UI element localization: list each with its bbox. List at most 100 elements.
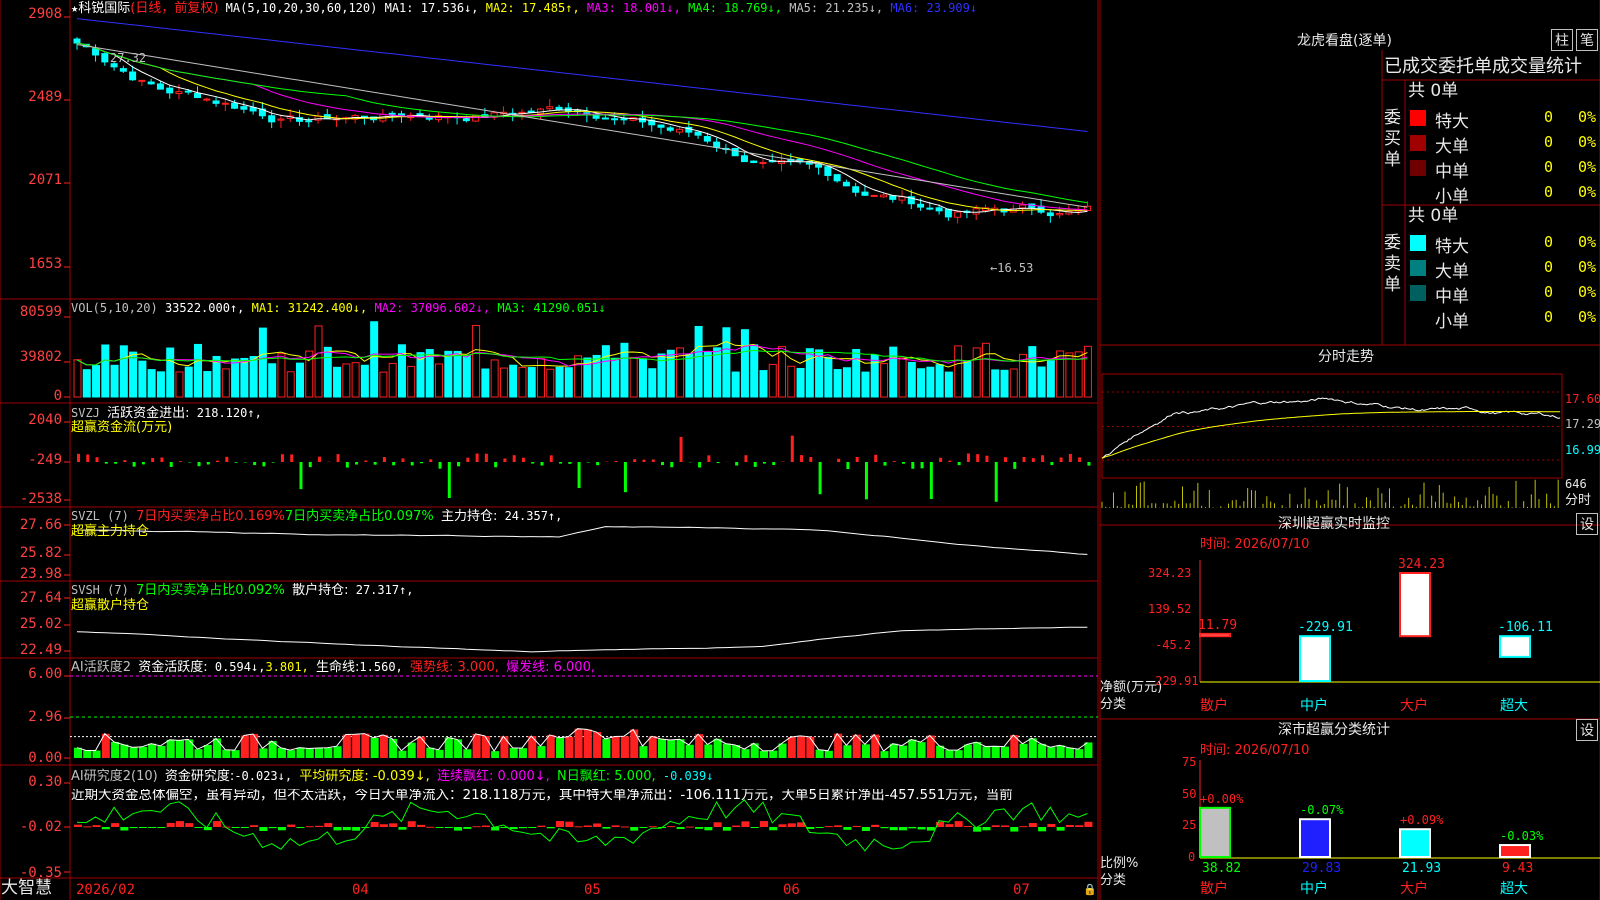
activity-bar [750,743,759,758]
lock-icon[interactable]: 🔒 [1083,884,1097,895]
monitor-settings-button[interactable]: 设 [1576,513,1598,535]
sell-row-percent: 0% [1578,258,1597,276]
volume-bar [824,356,833,398]
fund-flow-bar [957,462,961,466]
buy-row-label: 大单 [1435,137,1469,157]
classify-change-label: -0.07% [1300,803,1344,818]
activity-bar [824,750,833,758]
volume-bar [759,370,768,398]
research-bar [175,821,184,827]
classify-xlabel: 分类 [1100,873,1127,888]
ai-active-title: AI活跃度2 [71,660,131,675]
intraday-tick: 16.99 [1565,443,1600,457]
volume-bar [555,366,564,398]
activity-bar [157,745,166,758]
research-bar [759,821,768,827]
intraday-avg-line [1101,411,1561,459]
volume-bar [731,371,740,398]
research-bar [250,825,259,827]
volume-bar [258,327,267,398]
fund-flow-bar [475,453,479,462]
volume-bar [787,365,796,398]
research-bar [834,825,843,827]
activity-bar [973,742,982,758]
classify-category-label: 散户 [1200,881,1228,897]
research-bar [157,827,166,828]
research-bar [769,827,778,831]
volume-bar [703,351,712,398]
fund-flow-bar [1068,454,1072,462]
classify-tick: 0 [1188,850,1196,864]
volume-bar [194,343,203,398]
volume-bar [852,348,861,398]
buy-side-label: 委买单 [1384,108,1401,170]
activity-bar [352,734,361,758]
fund-flow-bar [892,461,896,462]
bar-mode-button[interactable]: 柱 [1551,29,1573,51]
activity-bar [203,744,212,758]
activity-bar [889,743,898,758]
sell-row-label: 特大 [1435,237,1469,257]
research-bar [1047,824,1056,827]
ai-research-label: 资金研究度: [164,769,235,784]
volume-bar [360,364,369,398]
activity-bar [1028,738,1037,758]
fund-flow-bar [614,460,618,462]
buy-color-swatch [1410,110,1426,126]
research-bar [852,825,861,827]
research-bar [620,826,629,828]
research-bar [426,826,435,828]
ma5-line [76,44,1088,208]
candle [119,68,127,72]
fund-flow-bar [1031,458,1035,462]
research-bar [639,827,648,828]
tick-mode-button[interactable]: 笔 [1576,29,1598,51]
activity-bar [277,747,286,758]
fund-flow-bar [623,462,627,493]
price-tick: 2908 [28,6,62,22]
volume-bar [249,356,258,398]
ai-research-tick: -0.02 [19,819,62,835]
candle [842,181,850,187]
svzj-tick: -2538 [19,491,62,507]
fund-flow-bar [160,457,164,462]
candle [1056,213,1064,216]
candle [156,83,164,90]
fund-flow-bar [438,462,442,469]
fund-flow-bar [1087,462,1091,466]
classify-settings-button[interactable]: 设 [1576,719,1598,741]
volume-bar [574,355,583,398]
fund-flow-bar [290,454,294,462]
candle [194,92,202,99]
candle [898,196,906,201]
svzl-tick: 23.98 [19,566,62,582]
monitor-bar [1499,635,1531,658]
stock-name[interactable]: 科锐国际 [78,1,130,16]
candle [601,117,609,120]
app-logo: 大智慧 [1,878,52,898]
research-bar [324,823,333,827]
ai-research-comment: 近期大资金总体偏空，虽有异动，但不太活跃，今日大单净流入：218.118万元，其… [71,789,1013,803]
activity-bar [880,751,889,758]
research-bar [871,824,880,827]
activity-bar [769,750,778,758]
volume-bar [101,344,110,398]
activity-bar [315,748,324,758]
volume-bar [537,358,545,398]
research-bar [389,823,398,827]
classify-value-label: 38.82 [1202,861,1242,876]
activity-bar [342,734,351,758]
svsh-tick: 25.02 [19,616,62,632]
volume-bar [694,325,703,398]
classify-tick: 75 [1182,755,1197,769]
period-label[interactable]: (日线，前复权) [130,1,218,16]
research-bar [732,825,741,827]
candle [713,141,721,148]
svsh-text1: 7日内买卖净占比0.092% [136,583,285,598]
sell-row-percent: 0% [1578,233,1597,251]
research-bar [120,827,129,831]
volume-bar [546,368,555,398]
monitor-tick: 139.52 [1148,602,1192,616]
activity-bar [593,731,602,758]
activity-bar [398,750,407,758]
